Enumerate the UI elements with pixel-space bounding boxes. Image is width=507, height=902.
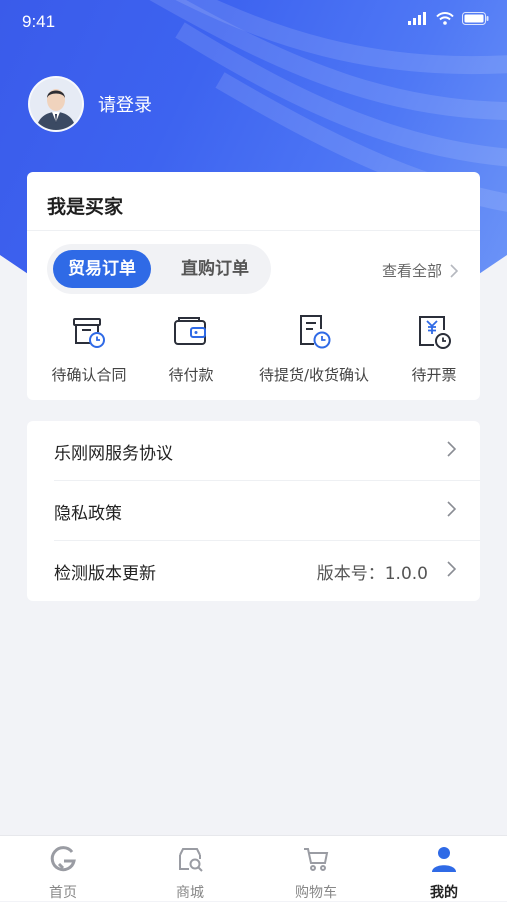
store-search-icon [179, 848, 203, 872]
menu-item-check-update[interactable]: 检测版本更新 版本号：1.0.0 [27, 541, 480, 601]
wifi-icon [436, 12, 454, 25]
home-g-icon [50, 846, 76, 872]
menu-item-label: 检测版本更新 [54, 564, 156, 584]
tabbar-label: 商城 [176, 885, 204, 901]
contract-clock-icon [73, 318, 105, 348]
status-icons [408, 12, 489, 25]
wallet-icon [174, 317, 206, 345]
cart-icon [304, 848, 329, 871]
view-all-link[interactable]: 查看全部 [382, 260, 458, 281]
status-pending-payment[interactable]: 待付款 [153, 312, 229, 385]
chevron-right-icon [447, 561, 456, 577]
tabbar-item-cart[interactable]: 购物车 [276, 844, 356, 902]
buyer-card: 我是买家 贸易订单 直购订单 查看全部 待确认合同 待付款 待提货/收货确认 待… [27, 172, 480, 400]
menu-item-label: 隐私政策 [54, 504, 122, 524]
battery-icon [462, 12, 489, 25]
status-pending-delivery[interactable]: 待提货/收货确认 [249, 312, 379, 385]
tab-direct-orders[interactable]: 直购订单 [165, 250, 265, 288]
status-label: 待提货/收货确认 [258, 366, 370, 384]
menu-item-service-agreement[interactable]: 乐刚网服务协议 [27, 421, 480, 481]
status-time: 9:41 [22, 12, 56, 31]
tabbar-item-home[interactable]: 首页 [23, 844, 103, 902]
tabbar-item-mine[interactable]: 我的 [404, 844, 484, 902]
signal-icon [408, 12, 426, 25]
tabbar-label: 首页 [49, 885, 77, 901]
profile-login[interactable]: 请登录 [28, 76, 152, 132]
status-pending-invoice[interactable]: 待开票 [399, 312, 469, 385]
chevron-right-icon [447, 441, 456, 457]
settings-menu: 乐刚网服务协议 隐私政策 检测版本更新 版本号：1.0.0 [27, 421, 480, 601]
status-pending-contract[interactable]: 待确认合同 [47, 312, 131, 385]
login-prompt[interactable]: 请登录 [98, 91, 152, 117]
document-clock-icon [300, 315, 331, 349]
avatar[interactable] [28, 76, 84, 132]
version-number: 版本号：1.0.0 [316, 564, 428, 584]
bottom-tab-bar: 首页 商城 购物车 我的 [0, 835, 507, 901]
invoice-yen-icon [419, 316, 451, 349]
order-type-tabs: 贸易订单 直购订单 [47, 244, 271, 294]
tabbar-label: 购物车 [295, 885, 337, 901]
order-status-row: 待确认合同 待付款 待提货/收货确认 待开票 [27, 312, 480, 392]
menu-item-privacy-policy[interactable]: 隐私政策 [27, 481, 480, 541]
status-label: 待付款 [168, 366, 214, 384]
tabbar-item-store[interactable]: 商城 [150, 844, 230, 902]
view-all-label: 查看全部 [381, 262, 442, 280]
divider [27, 230, 480, 231]
menu-item-label: 乐刚网服务协议 [54, 444, 173, 464]
chevron-right-icon [450, 263, 458, 278]
buyer-card-title: 我是买家 [47, 196, 124, 218]
chevron-right-icon [447, 501, 456, 517]
status-label: 待开票 [411, 366, 457, 384]
tabbar-label: 我的 [430, 885, 458, 901]
status-bar: 9:41 [0, 0, 507, 44]
avatar-person-icon [30, 78, 82, 130]
status-label: 待确认合同 [51, 366, 127, 384]
user-icon [432, 847, 456, 872]
tab-trade-orders[interactable]: 贸易订单 [53, 250, 151, 288]
